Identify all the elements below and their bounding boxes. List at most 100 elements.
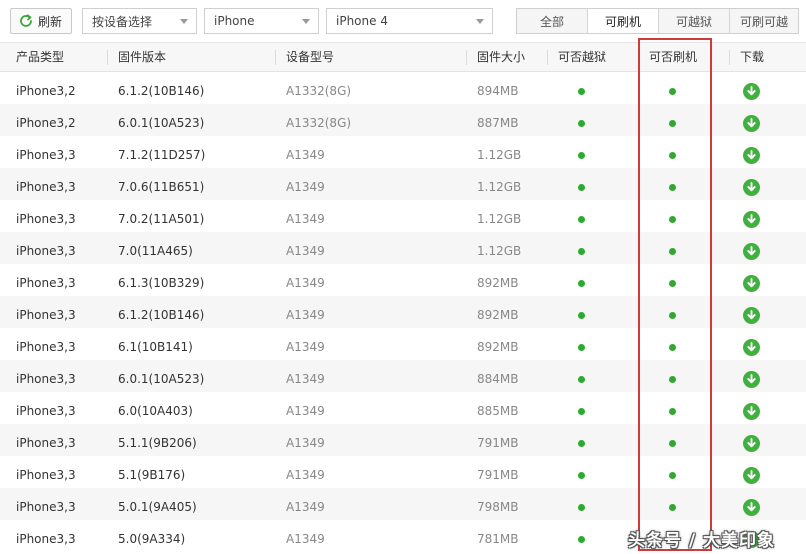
chevron-down-icon bbox=[180, 19, 188, 24]
column-divider[interactable] bbox=[729, 50, 730, 65]
flash-status-dot bbox=[669, 184, 676, 191]
download-circle-icon[interactable] bbox=[743, 179, 760, 196]
chevron-down-icon bbox=[302, 19, 310, 24]
refresh-button[interactable]: 刷新 bbox=[10, 8, 72, 34]
download-circle-icon[interactable] bbox=[743, 339, 760, 356]
jailbreak-status-dot bbox=[578, 536, 585, 543]
flash-status-dot bbox=[669, 216, 676, 223]
header-product[interactable]: 产品类型 bbox=[16, 43, 64, 72]
jailbreak-status-dot bbox=[578, 312, 585, 319]
flash-status-dot bbox=[669, 408, 676, 415]
flash-status-dot bbox=[669, 280, 676, 287]
download-circle-icon[interactable] bbox=[743, 307, 760, 324]
filter-all-button[interactable]: 全部 bbox=[517, 9, 588, 33]
cell-product: iPhone3,3 bbox=[16, 468, 76, 482]
chevron-down-icon bbox=[476, 19, 484, 24]
cell-model: A1349 bbox=[286, 148, 325, 162]
cell-product: iPhone3,3 bbox=[16, 340, 76, 354]
table-row[interactable]: iPhone3,3 6.1.3(10B329) A1349 892MB bbox=[0, 264, 806, 296]
download-circle-icon[interactable] bbox=[743, 403, 760, 420]
cell-firmware: 7.1.2(11D257) bbox=[118, 148, 206, 162]
download-circle-icon[interactable] bbox=[743, 147, 760, 164]
select-mode-dropdown[interactable]: 按设备选择 bbox=[82, 8, 197, 34]
table-row[interactable]: iPhone3,3 7.0(11A465) A1349 1.12GB bbox=[0, 232, 806, 264]
select-category-value: iPhone bbox=[214, 14, 255, 28]
column-divider[interactable] bbox=[107, 50, 108, 65]
cell-size: 798MB bbox=[477, 500, 519, 514]
jailbreak-status-dot bbox=[578, 408, 585, 415]
download-circle-icon[interactable] bbox=[743, 499, 760, 516]
cell-size: 894MB bbox=[477, 84, 519, 98]
flash-status-dot bbox=[669, 248, 676, 255]
download-circle-icon[interactable] bbox=[743, 211, 760, 228]
header-jailbreak[interactable]: 可否越狱 bbox=[558, 43, 606, 72]
jailbreak-status-dot bbox=[578, 440, 585, 447]
column-divider[interactable] bbox=[275, 50, 276, 65]
download-circle-icon[interactable] bbox=[743, 83, 760, 100]
filter-both-button[interactable]: 可刷可越 bbox=[730, 9, 798, 33]
table-header: 产品类型 固件版本 设备型号 固件大小 可否越狱 可否刷机 下载 bbox=[0, 42, 806, 72]
cell-product: iPhone3,3 bbox=[16, 148, 76, 162]
cell-firmware: 6.0.1(10A523) bbox=[118, 372, 205, 386]
cell-size: 885MB bbox=[477, 404, 519, 418]
table-row[interactable]: iPhone3,3 5.1(9B176) A1349 791MB bbox=[0, 456, 806, 488]
toolbar: 刷新 按设备选择 iPhone iPhone 4 全部 可刷机 可越狱 可刷可越 bbox=[0, 0, 806, 42]
table-row[interactable]: iPhone3,3 6.1(10B141) A1349 892MB bbox=[0, 328, 806, 360]
cell-product: iPhone3,3 bbox=[16, 372, 76, 386]
header-download[interactable]: 下载 bbox=[740, 43, 764, 72]
cell-size: 892MB bbox=[477, 340, 519, 354]
jailbreak-status-dot bbox=[578, 376, 585, 383]
select-category-dropdown[interactable]: iPhone bbox=[204, 8, 319, 34]
download-circle-icon[interactable] bbox=[743, 435, 760, 452]
table-row[interactable]: iPhone3,3 7.0.2(11A501) A1349 1.12GB bbox=[0, 200, 806, 232]
cell-model: A1349 bbox=[286, 340, 325, 354]
cell-firmware: 5.1.1(9B206) bbox=[118, 436, 197, 450]
cell-size: 1.12GB bbox=[477, 148, 522, 162]
cell-firmware: 5.0.1(9A405) bbox=[118, 500, 197, 514]
cell-firmware: 6.1.2(10B146) bbox=[118, 84, 205, 98]
flash-status-dot bbox=[669, 376, 676, 383]
select-device-dropdown[interactable]: iPhone 4 bbox=[326, 8, 493, 34]
cell-firmware: 6.1(10B141) bbox=[118, 340, 193, 354]
jailbreak-status-dot bbox=[578, 120, 585, 127]
header-flash[interactable]: 可否刷机 bbox=[649, 43, 697, 72]
jailbreak-status-dot bbox=[578, 504, 585, 511]
table-row[interactable]: iPhone3,3 5.1.1(9B206) A1349 791MB bbox=[0, 424, 806, 456]
table-row[interactable]: iPhone3,2 6.1.2(10B146) A1332(8G) 894MB bbox=[0, 72, 806, 104]
header-model[interactable]: 设备型号 bbox=[286, 43, 334, 72]
download-circle-icon[interactable] bbox=[743, 243, 760, 260]
header-size[interactable]: 固件大小 bbox=[477, 43, 525, 72]
column-divider[interactable] bbox=[638, 50, 639, 65]
cell-firmware: 7.0.6(11B651) bbox=[118, 180, 205, 194]
flash-status-dot bbox=[669, 344, 676, 351]
cell-size: 892MB bbox=[477, 308, 519, 322]
cell-firmware: 6.0(10A403) bbox=[118, 404, 193, 418]
download-circle-icon[interactable] bbox=[743, 467, 760, 484]
download-circle-icon[interactable] bbox=[743, 371, 760, 388]
table-row[interactable]: iPhone3,2 6.0.1(10A523) A1332(8G) 887MB bbox=[0, 104, 806, 136]
jailbreak-status-dot bbox=[578, 344, 585, 351]
flash-status-dot bbox=[669, 504, 676, 511]
table-row[interactable]: iPhone3,3 6.1.2(10B146) A1349 892MB bbox=[0, 296, 806, 328]
cell-size: 781MB bbox=[477, 532, 519, 546]
table-row[interactable]: iPhone3,3 6.0(10A403) A1349 885MB bbox=[0, 392, 806, 424]
firmware-table-body: iPhone3,2 6.1.2(10B146) A1332(8G) 894MB iPho… bbox=[0, 72, 806, 552]
cell-product: iPhone3,2 bbox=[16, 84, 76, 98]
download-circle-icon[interactable] bbox=[743, 275, 760, 292]
table-row[interactable]: iPhone3,3 7.0.6(11B651) A1349 1.12GB bbox=[0, 168, 806, 200]
column-divider[interactable] bbox=[547, 50, 548, 65]
cell-model: A1332(8G) bbox=[286, 84, 352, 98]
header-firmware[interactable]: 固件版本 bbox=[118, 43, 166, 72]
table-row[interactable]: iPhone3,3 6.0.1(10A523) A1349 884MB bbox=[0, 360, 806, 392]
filter-flashable-button[interactable]: 可刷机 bbox=[588, 9, 659, 33]
table-row[interactable]: iPhone3,3 7.1.2(11D257) A1349 1.12GB bbox=[0, 136, 806, 168]
cell-size: 884MB bbox=[477, 372, 519, 386]
table-row[interactable]: iPhone3,3 5.0.1(9A405) A1349 798MB bbox=[0, 488, 806, 520]
column-divider[interactable] bbox=[466, 50, 467, 65]
jailbreak-status-dot bbox=[578, 88, 585, 95]
filter-jailbreakable-button[interactable]: 可越狱 bbox=[659, 9, 730, 33]
cell-product: iPhone3,3 bbox=[16, 532, 76, 546]
refresh-label: 刷新 bbox=[38, 14, 63, 29]
jailbreak-status-dot bbox=[578, 472, 585, 479]
download-circle-icon[interactable] bbox=[743, 115, 760, 132]
